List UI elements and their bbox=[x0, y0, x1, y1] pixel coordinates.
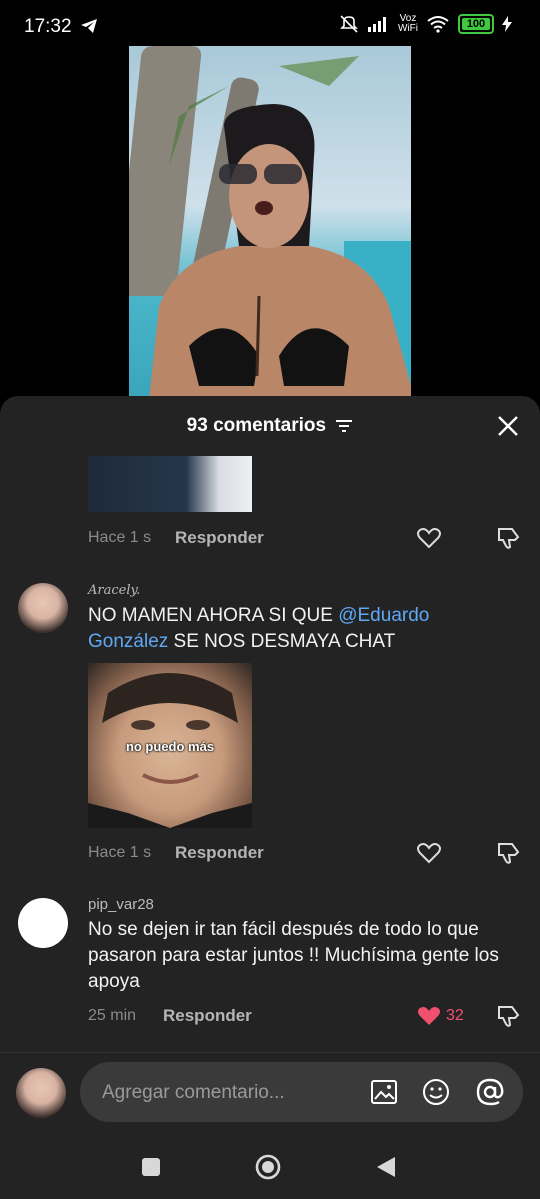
comment-text-before: NO MAMEN AHORA SI QUE bbox=[88, 605, 339, 626]
wifi-label: WiFi bbox=[398, 23, 418, 34]
comment-text: NO MAMEN AHORA SI QUE @Eduardo González … bbox=[88, 603, 508, 655]
comment-input[interactable] bbox=[100, 1062, 354, 1124]
comment-time: Hace 1 s bbox=[88, 529, 152, 546]
reply-button[interactable]: Responder bbox=[175, 528, 264, 548]
dislike-icon[interactable] bbox=[496, 525, 522, 551]
comment-username[interactable]: Aracely. bbox=[88, 583, 140, 598]
mention-icon[interactable] bbox=[474, 1076, 506, 1108]
voz-wifi-label: Voz WiFi bbox=[398, 14, 418, 34]
status-icons: Voz WiFi 100 bbox=[338, 14, 512, 34]
dislike-icon[interactable] bbox=[496, 1003, 522, 1029]
comment-input-bar[interactable] bbox=[80, 1062, 523, 1124]
comment-time: 25 min bbox=[88, 1007, 137, 1024]
like-count: 32 bbox=[446, 1007, 464, 1024]
heart-icon[interactable] bbox=[416, 840, 442, 866]
comment-image-thumbnail[interactable] bbox=[88, 456, 252, 512]
reply-button[interactable]: Responder bbox=[163, 1006, 252, 1026]
wifi-icon bbox=[427, 16, 449, 33]
recents-icon[interactable] bbox=[141, 1157, 161, 1177]
reply-button[interactable]: Responder bbox=[175, 843, 264, 863]
comments-header: 93 comentarios bbox=[0, 396, 540, 456]
heart-filled-icon[interactable] bbox=[416, 1003, 442, 1029]
input-divider bbox=[0, 1052, 540, 1053]
mute-icon bbox=[340, 15, 358, 33]
image-icon[interactable] bbox=[370, 1078, 398, 1106]
person-figure bbox=[149, 56, 411, 400]
back-icon[interactable] bbox=[375, 1155, 397, 1179]
comment-text-after: SE NOS DESMAYA CHAT bbox=[168, 631, 396, 652]
dislike-icon[interactable] bbox=[496, 840, 522, 866]
comment-username[interactable]: pip_var28 bbox=[88, 896, 154, 913]
home-icon[interactable] bbox=[255, 1154, 281, 1180]
battery-indicator: 100 bbox=[458, 14, 494, 34]
avatar[interactable] bbox=[18, 583, 68, 633]
comments-count: 93 comentarios bbox=[186, 415, 327, 436]
comment-meme-image[interactable]: no puedo más bbox=[88, 663, 252, 828]
status-time: 17:32 bbox=[24, 16, 72, 37]
battery-level: 100 bbox=[462, 18, 490, 30]
telegram-icon bbox=[81, 19, 97, 33]
avatar[interactable] bbox=[18, 898, 68, 948]
comment-text: No se dejen ir tan fácil después de todo… bbox=[88, 919, 499, 992]
comments-count-row[interactable]: 93 comentarios bbox=[0, 415, 540, 437]
video-preview[interactable] bbox=[129, 46, 411, 400]
my-avatar bbox=[16, 1068, 66, 1118]
close-icon[interactable] bbox=[496, 414, 520, 438]
charging-icon bbox=[502, 16, 512, 32]
signal-icon bbox=[368, 17, 386, 32]
heart-icon[interactable] bbox=[416, 525, 442, 551]
sort-icon[interactable] bbox=[335, 419, 353, 433]
meme-caption: no puedo más bbox=[125, 739, 215, 754]
comment-time: Hace 1 s bbox=[88, 844, 152, 861]
navigation-bar bbox=[0, 1138, 540, 1199]
emoji-icon[interactable] bbox=[422, 1078, 450, 1106]
